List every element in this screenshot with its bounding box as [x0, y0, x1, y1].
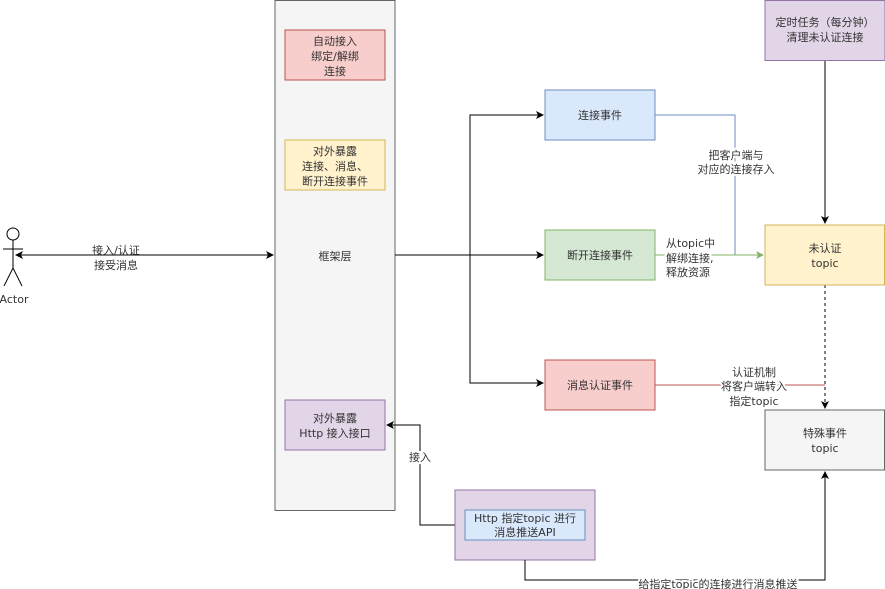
actor [3, 227, 23, 287]
special-topic-box: 特殊事件 topic [764, 409, 885, 471]
unbind-edge-label: 从topic中解绑连接,释放资源 [666, 237, 715, 279]
access-edge-label: 接入 [409, 451, 431, 464]
store-edge-label: 把客户端与对应的连接存入 [698, 148, 775, 176]
auth-edge-label: 认证机制将客户端转入指定topic [721, 365, 787, 408]
event-disconnect: 断开连接事件 [544, 229, 656, 281]
store-edge [655, 114, 736, 255]
http-api-box: Http 指定topic 进行消息推送API [454, 489, 596, 561]
svg-text:连接事件: 连接事件 [578, 109, 622, 122]
svg-text:断开连接事件: 断开连接事件 [567, 248, 633, 262]
unauth-topic-box: 未认证 topic [764, 224, 885, 286]
event-connect: 连接事件 [544, 89, 656, 141]
framework-event-edges [395, 111, 544, 387]
framework-label: 框架层 [319, 250, 352, 263]
scheduled-task-box: 定时任务（每分钟）清理未认证连接 [764, 0, 885, 61]
expose-http-box: 对外暴露 Http 接入接口 [284, 399, 386, 451]
auto-access-box: 自动接入绑定/解绑连接 [284, 29, 386, 81]
svg-text:消息认证事件: 消息认证事件 [567, 378, 633, 392]
actor-edge-label: 接入/认证接受消息 [92, 244, 140, 272]
access-edge [386, 421, 455, 526]
architecture-diagram: Actor 框架层 自动接入绑定/解绑连接 对外暴露连接、消息、断开连接事件 对… [0, 0, 885, 589]
push-edge-label: 给指定topic的连接进行消息推送 [638, 577, 797, 589]
event-auth: 消息认证事件 [544, 359, 656, 411]
actor-label: Actor [0, 293, 29, 306]
expose-events-box: 对外暴露连接、消息、断开连接事件 [284, 139, 386, 191]
